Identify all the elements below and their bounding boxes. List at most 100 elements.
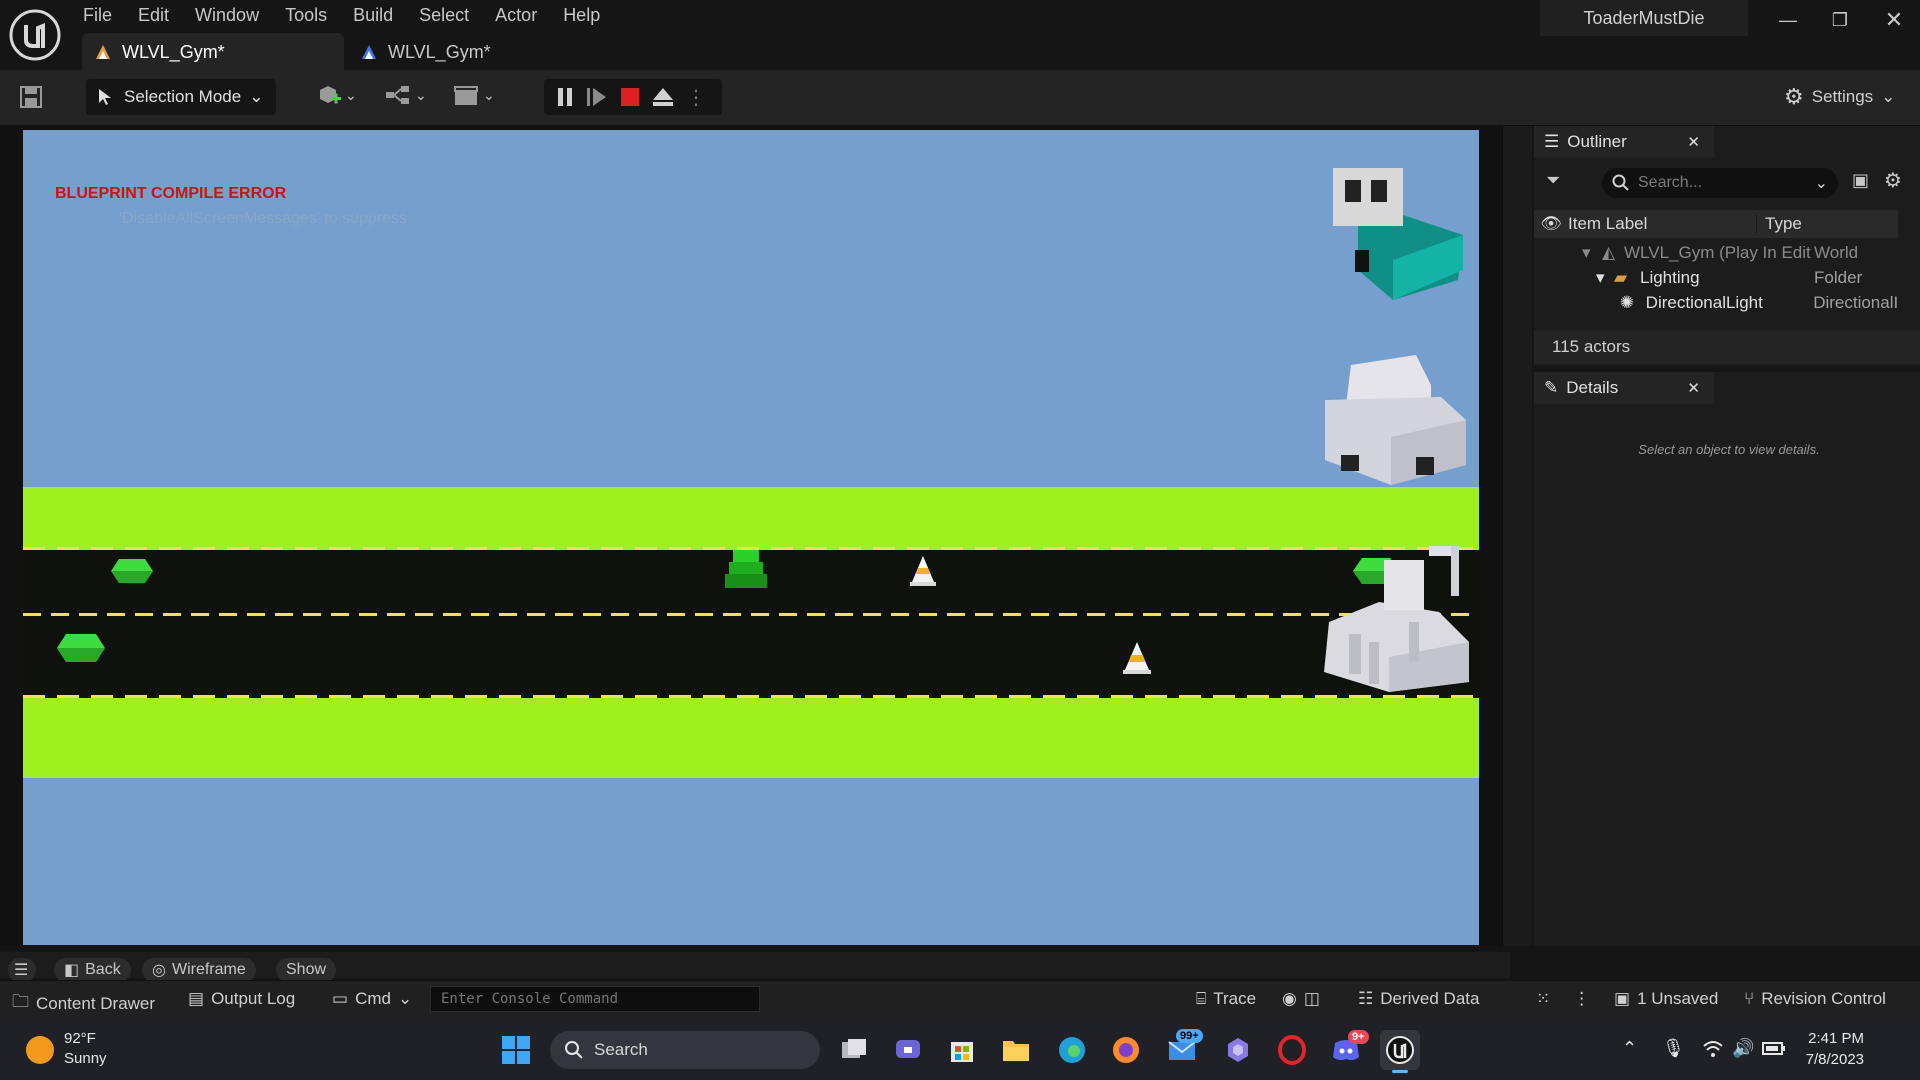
opera-icon[interactable] [1272,1030,1312,1070]
battery-icon[interactable] [1762,1040,1786,1056]
menu-file[interactable]: File [70,0,125,30]
close-icon[interactable]: ✕ [1687,379,1700,397]
content-drawer-icon: 🗀 [12,992,29,1011]
output-log-button[interactable]: ▤ Output Log [188,989,295,1009]
light-icon: ✺ [1619,292,1634,312]
save-icon[interactable] [18,84,44,110]
task-view-icon[interactable] [834,1030,874,1070]
filter-icon[interactable]: ⏷ [1546,170,1560,191]
cinematics-button[interactable]: ⌄ [452,82,495,108]
unreal-engine-taskbar-icon[interactable] [1380,1030,1420,1070]
panel-gutter [1502,126,1532,946]
eject-icon[interactable] [652,87,674,107]
hamburger-menu-icon[interactable]: ☰ [8,958,36,982]
menu-edit[interactable]: Edit [125,0,182,30]
selection-mode-dropdown[interactable]: Selection Mode ⌄ [86,79,276,115]
edge-browser-icon[interactable] [1052,1030,1092,1070]
level-icon [94,43,112,61]
more-options-icon[interactable]: ⋮ [686,85,706,110]
volume-icon[interactable]: 🔊 [1732,1038,1754,1059]
minimize-icon[interactable]: — [1768,6,1808,34]
snapshot-icon[interactable]: ◫ [1304,989,1320,1009]
unreal-logo-icon[interactable] [8,8,62,62]
trace-button[interactable]: ⌸ Trace [1196,989,1256,1009]
tree-row-world[interactable]: ▾ ◭ WLVL_Gym (Play In Edit World [1534,240,1898,265]
visibility-eye-icon[interactable]: 👁 [1534,214,1568,234]
tab-level-active[interactable]: WLVL_Gym* [82,33,344,71]
tree-row-directional-light[interactable]: ✺ DirectionalLight DirectionalI [1534,290,1898,315]
grass-strip-bottom [23,698,1479,778]
taskbar-search[interactable]: Search [550,1031,820,1069]
blueprint-icon [386,86,409,104]
green-gem-pickup [57,634,105,662]
cmd-dropdown[interactable]: ▭ Cmd ⌄ [332,989,412,1009]
close-icon[interactable]: ✕ [1874,6,1914,34]
close-icon[interactable]: ✕ [1687,133,1700,151]
back-button[interactable]: ◧ Back [54,958,131,982]
menu-actor[interactable]: Actor [482,0,550,30]
menu-window[interactable]: Window [182,0,272,30]
wireframe-icon: ◎ [152,962,166,979]
tree-row-lighting-folder[interactable]: ▾ ▰ Lighting Folder [1534,265,1898,290]
blueprint-button[interactable]: ⌄ [384,82,427,108]
frame-advance-icon[interactable] [586,87,608,107]
ms-store-icon[interactable] [942,1030,982,1070]
restore-icon[interactable]: ❐ [1820,6,1860,34]
blueprint-error-title: BLUEPRINT COMPILE ERROR [55,185,287,202]
discord-badge: 9+ [1348,1030,1369,1044]
unsaved-button[interactable]: ▣ 1 Unsaved [1614,989,1718,1009]
content-drawer-button[interactable]: 🗀 Content Drawer [12,989,155,1018]
console-command-input[interactable] [430,986,760,1012]
wifi-icon[interactable] [1702,1040,1724,1058]
wireframe-button[interactable]: ◎ Wireframe [142,958,256,982]
firefox-icon[interactable] [1106,1030,1146,1070]
source-control-grid-icon[interactable]: ⁙ [1536,989,1550,1009]
teams-chat-icon[interactable] [888,1030,928,1070]
menu-select[interactable]: Select [406,0,482,30]
expand-arrow-icon[interactable]: ▾ [1582,243,1602,263]
actor-count: 115 actors [1534,330,1920,364]
toad-player-character [725,550,767,588]
add-actor-icon [320,86,341,104]
stop-icon[interactable] [620,87,640,107]
white-truck-preview [1325,355,1466,485]
weather-desc[interactable]: Sunny [64,1050,107,1067]
chevron-up-icon[interactable]: ⌃ [1622,1038,1637,1059]
menu-tools[interactable]: Tools [272,0,340,30]
tab-label: WLVL_Gym* [122,41,225,62]
windows-start-icon[interactable] [496,1030,536,1070]
details-tab[interactable]: ✎ Details ✕ [1534,372,1714,404]
add-actor-button[interactable]: ⌄ [316,82,357,108]
tab-level-inactive[interactable]: WLVL_Gym* [352,33,552,71]
menu-help[interactable]: Help [550,0,613,30]
search-icon [565,1041,583,1059]
sun-weather-icon[interactable] [26,1036,54,1064]
outliner-search-input[interactable]: Search... ⌄ [1602,168,1838,198]
microphone-icon[interactable]: 🎙 [1662,1038,1685,1059]
grass-strip-top [23,487,1479,550]
pause-icon[interactable] [556,87,574,107]
outliner-tab[interactable]: ☰ Outliner ✕ [1534,126,1714,158]
world-icon: ◭ [1602,242,1616,262]
add-folder-icon[interactable]: ▣ [1852,170,1869,191]
show-button[interactable]: Show [276,958,337,982]
column-type[interactable]: Type [1756,214,1802,234]
menu-build[interactable]: Build [340,0,406,30]
gear-icon[interactable]: ⚙ [1884,168,1902,193]
column-item-label[interactable]: Item Label [1568,214,1756,234]
details-empty-hint: Select an object to view details. [1638,442,1820,457]
settings-button[interactable]: ⚙ Settings ⌄ [1784,84,1895,110]
clock-time[interactable]: 2:41 PM [1804,1030,1864,1047]
weather-temp[interactable]: 92°F [64,1030,96,1047]
clock-date[interactable]: 7/8/2023 [1798,1051,1864,1068]
record-icon[interactable]: ◉ [1282,989,1297,1009]
project-name: ToaderMustDie [1540,0,1748,36]
more-options-icon[interactable]: ⋮ [1573,989,1590,1009]
visual-studio-icon[interactable] [1218,1030,1258,1070]
derived-data-button[interactable]: ☷ Derived Data [1358,989,1479,1009]
file-explorer-icon[interactable] [996,1030,1036,1070]
expand-arrow-icon[interactable]: ▾ [1596,268,1614,288]
revision-control-button[interactable]: ⑂ Revision Control [1744,989,1886,1009]
game-viewport[interactable]: BLUEPRINT COMPILE ERROR 'DisableAllScree… [23,130,1479,945]
teal-truck-preview [1333,168,1463,300]
